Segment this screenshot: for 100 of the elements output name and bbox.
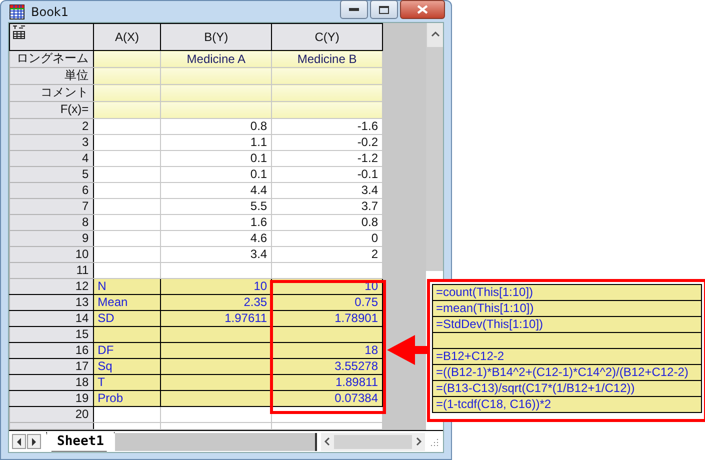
- row-number[interactable]: 4: [10, 150, 94, 166]
- row-number[interactable]: 3: [10, 134, 94, 150]
- row-number[interactable]: 10: [10, 246, 94, 262]
- table-cell: [93, 230, 161, 246]
- scroll-thumb[interactable]: [334, 434, 412, 448]
- table-cell: 0.75: [272, 294, 382, 310]
- row-number[interactable]: 20: [10, 406, 94, 422]
- table-cell: [93, 214, 161, 230]
- table-cell: 0.8: [272, 214, 382, 230]
- table-cell: [93, 262, 161, 278]
- formula-cell: =StdDev(This[1:10]): [433, 317, 701, 333]
- table-cell: 5.5: [160, 198, 272, 214]
- table-cell: -1.6: [272, 118, 382, 134]
- row-number[interactable]: 11: [10, 262, 94, 278]
- row-label: コメント: [10, 84, 94, 102]
- table-cell: 4.6: [160, 230, 272, 246]
- table-cell: 0.1: [160, 150, 272, 166]
- row-number[interactable]: 6: [10, 182, 94, 198]
- table-cell: 3.4: [272, 182, 382, 198]
- table-cell: Prob: [93, 390, 161, 406]
- row-number[interactable]: 2: [10, 118, 94, 134]
- table-cell: 0.8: [160, 118, 272, 134]
- grid-icon: [9, 4, 25, 20]
- table-cell: 1.89811: [272, 374, 382, 390]
- table-cell: 1.1: [160, 134, 272, 150]
- table-cell: 1.6: [160, 214, 272, 230]
- window-title: Book1: [31, 4, 70, 18]
- table-cell: DF: [93, 342, 161, 358]
- right-triangle-icon: [31, 438, 37, 446]
- sort-grid-icon[interactable]: [12, 25, 26, 39]
- row-number[interactable]: 14: [10, 310, 94, 326]
- row-number[interactable]: 19: [10, 390, 94, 406]
- formula-cell: =(B13-C13)/sqrt(C17*(1/B12+1/C12)): [433, 381, 701, 397]
- table-cell: 2: [272, 246, 382, 262]
- table-cell: [93, 166, 161, 182]
- row-number[interactable]: 13: [10, 294, 94, 310]
- table-cell: 10: [160, 278, 272, 294]
- formula-cell: =mean(This[1:10]): [433, 301, 701, 317]
- minimize-icon: [349, 8, 359, 12]
- table-cell: -0.1: [272, 166, 382, 182]
- next-sheet-button[interactable]: [27, 434, 41, 449]
- table-cell: [93, 118, 161, 134]
- table-cell: 2.35: [160, 294, 272, 310]
- table-cell: 0.1: [160, 166, 272, 182]
- left-triangle-icon: [16, 438, 22, 446]
- previous-sheet-button[interactable]: [12, 434, 26, 449]
- table-cell: -0.2: [272, 134, 382, 150]
- table-cell: [93, 102, 161, 118]
- row-number[interactable]: 17: [10, 358, 94, 374]
- row-label: F(x)=: [10, 102, 94, 118]
- table-cell: [93, 182, 161, 198]
- scroll-left-icon[interactable]: [324, 437, 330, 446]
- formula-cell: =B12+C12-2: [433, 349, 701, 365]
- column-header[interactable]: B(Y): [160, 24, 272, 50]
- table-cell: 3.55278: [272, 358, 382, 374]
- formula-cell: =((B12-1)*B14^2+(C12-1)*C14^2)/(B12+C12-2): [433, 365, 701, 381]
- scroll-right-icon[interactable]: [416, 437, 422, 446]
- table-cell: 3.7: [272, 198, 382, 214]
- table-cell: [93, 198, 161, 214]
- table-cell: 1.78901: [272, 310, 382, 326]
- table-cell: Medicine A: [160, 50, 272, 68]
- row-label: 単位: [10, 68, 94, 84]
- minimize-button[interactable]: [340, 0, 368, 19]
- row-number[interactable]: 12: [10, 278, 94, 294]
- row-number[interactable]: 16: [10, 342, 94, 358]
- table-cell: [93, 84, 161, 102]
- scroll-up-icon[interactable]: [430, 31, 440, 37]
- table-cell: [93, 134, 161, 150]
- resize-grip-icon[interactable]: [429, 436, 439, 446]
- horizontal-scrollbar[interactable]: [321, 432, 425, 450]
- table-cell: Sq: [93, 358, 161, 374]
- table-cell: T: [93, 374, 161, 390]
- close-button[interactable]: [400, 0, 445, 19]
- sheet-tab[interactable]: Sheet1: [46, 432, 115, 452]
- maximize-button[interactable]: [370, 0, 398, 19]
- row-number[interactable]: 8: [10, 214, 94, 230]
- table-cell: [93, 68, 161, 84]
- table-cell: 1.97611: [160, 310, 272, 326]
- table-cell: 0.07384: [272, 390, 382, 406]
- column-header[interactable]: C(Y): [272, 24, 382, 50]
- table-cell: [93, 150, 161, 166]
- table-cell: SD: [93, 310, 161, 326]
- row-number[interactable]: 9: [10, 230, 94, 246]
- table-cell: [93, 326, 161, 342]
- table-cell: 18: [272, 342, 382, 358]
- table-cell: Mean: [93, 294, 161, 310]
- table-cell: 0: [272, 230, 382, 246]
- table-cell: Medicine B: [272, 50, 382, 68]
- formula-cell: =(1-tcdf(C18, C16))*2: [433, 397, 701, 412]
- row-number[interactable]: 18: [10, 374, 94, 390]
- row-number[interactable]: 7: [10, 198, 94, 214]
- table-cell: -1.2: [272, 150, 382, 166]
- formula-cell: =count(This[1:10]): [433, 285, 701, 301]
- row-number[interactable]: 15: [10, 326, 94, 342]
- table-cell: [93, 246, 161, 262]
- table-cell: 3.4: [160, 246, 272, 262]
- close-icon: [417, 5, 428, 14]
- row-number[interactable]: 5: [10, 166, 94, 182]
- column-header[interactable]: A(X): [93, 24, 161, 50]
- maximize-icon: [379, 6, 389, 14]
